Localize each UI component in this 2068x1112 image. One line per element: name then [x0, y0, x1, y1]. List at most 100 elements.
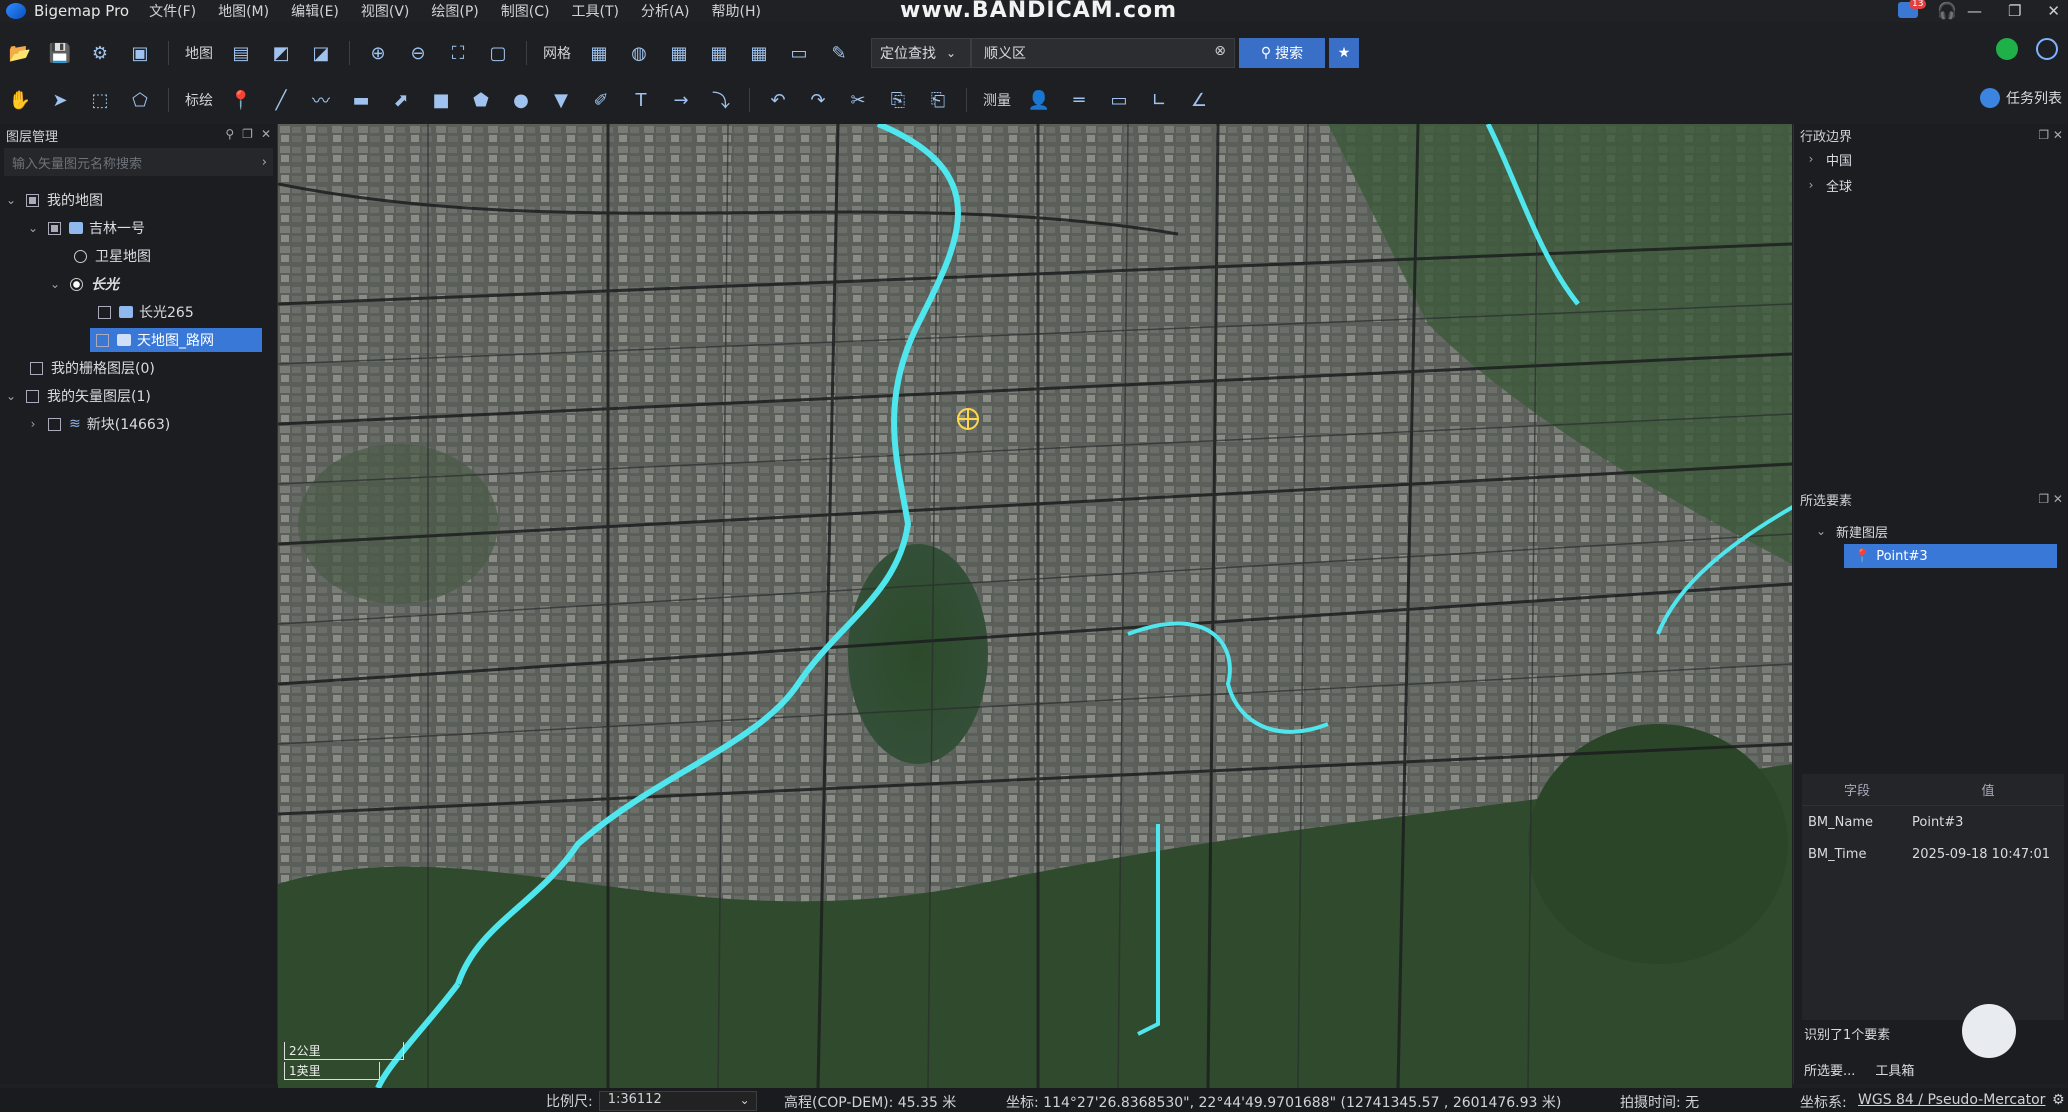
- chevron-down-icon[interactable]: ⌄: [4, 193, 18, 207]
- sector-icon[interactable]: ▼: [548, 87, 574, 113]
- save-icon[interactable]: 💾: [47, 40, 73, 66]
- close-icon[interactable]: ✕: [2047, 2, 2060, 20]
- float-window-icon[interactable]: ❐: [242, 127, 253, 141]
- chevron-down-icon[interactable]: ⌄: [1814, 524, 1828, 538]
- locate-mode-select[interactable]: 定位查找 ⌄: [871, 38, 971, 68]
- copy-icon[interactable]: ⎘: [885, 87, 911, 113]
- menu-tools[interactable]: 工具(T): [571, 1, 618, 21]
- locate-search-input[interactable]: 顺义区 ⊗: [971, 38, 1235, 68]
- square-icon[interactable]: ■: [428, 87, 454, 113]
- text-box-icon[interactable]: T: [628, 87, 654, 113]
- tree-satellite[interactable]: 卫星地图: [0, 242, 277, 270]
- arrow-shape-icon[interactable]: ⬈: [388, 87, 414, 113]
- undo-icon[interactable]: ↶: [765, 87, 791, 113]
- restore-icon[interactable]: ❐: [2008, 2, 2021, 20]
- menu-cartography[interactable]: 制图(C): [501, 1, 550, 21]
- chevron-down-icon[interactable]: ⌄: [4, 389, 18, 403]
- menu-map[interactable]: 地图(M): [218, 1, 269, 21]
- wechat-icon[interactable]: [1996, 38, 2018, 60]
- full-extent-icon[interactable]: ▢: [485, 40, 511, 66]
- tree-changguang265[interactable]: 长光265: [0, 298, 277, 326]
- km-grid-icon[interactable]: ▦: [666, 40, 692, 66]
- chevron-right-icon[interactable]: ›: [1804, 152, 1818, 166]
- scissors-icon[interactable]: ✂: [845, 87, 871, 113]
- checkbox[interactable]: [26, 193, 39, 207]
- tab-selected-features[interactable]: 所选要...: [1794, 1056, 1865, 1083]
- box-select-icon[interactable]: ⬚: [87, 87, 113, 113]
- admin-item-global[interactable]: › 全球: [1794, 172, 2068, 198]
- checkbox-checked[interactable]: [98, 305, 111, 319]
- checkbox-checked[interactable]: [26, 389, 39, 403]
- measure-area-icon[interactable]: ▭: [1106, 87, 1132, 113]
- tree-changguang[interactable]: ⌄ 长光: [0, 270, 277, 298]
- brush-icon[interactable]: ✎: [826, 40, 852, 66]
- support-headset-icon[interactable]: 🎧: [1937, 1, 1957, 20]
- select-arrow-icon[interactable]: ➤: [47, 87, 73, 113]
- zoom-out-icon[interactable]: ⊖: [405, 40, 431, 66]
- polyline-icon[interactable]: 〰: [308, 87, 334, 113]
- float-close-icons[interactable]: ❐ ✕: [2038, 128, 2063, 142]
- table-row[interactable]: BM_Time 2025-09-18 10:47:01: [1802, 838, 2064, 870]
- menu-help[interactable]: 帮助(H): [711, 1, 760, 21]
- measure-angle-icon[interactable]: ∟: [1146, 87, 1172, 113]
- chevron-down-icon[interactable]: ⌄: [48, 277, 62, 291]
- curve-icon[interactable]: ⤵: [708, 87, 734, 113]
- point-marker-icon[interactable]: 📍: [228, 87, 254, 113]
- screen-icon[interactable]: ▣: [127, 40, 153, 66]
- text-underline-icon[interactable]: ✐: [588, 87, 614, 113]
- settings-gear-icon[interactable]: ⚙: [87, 40, 113, 66]
- tree-raster[interactable]: 我的栅格图层(0): [0, 354, 277, 382]
- layer-search-input[interactable]: 输入矢量图元名称搜索 ›: [4, 148, 273, 176]
- circle-icon[interactable]: ●: [508, 87, 534, 113]
- grid-icon[interactable]: ▦: [586, 40, 612, 66]
- close-icon[interactable]: ✕: [261, 127, 271, 141]
- arrow-line-icon[interactable]: →: [668, 87, 694, 113]
- tree-tianditu-road[interactable]: 天地图_路网: [0, 326, 277, 354]
- polygon-select-icon[interactable]: ⬠: [127, 87, 153, 113]
- rectangle-fill-icon[interactable]: ▬: [348, 87, 374, 113]
- measure-bearing-icon[interactable]: ∠: [1186, 87, 1212, 113]
- pan-hand-icon[interactable]: ✋: [7, 87, 33, 113]
- tab-toolbox[interactable]: 工具箱: [1865, 1056, 1924, 1083]
- radio[interactable]: [74, 249, 87, 263]
- task-list-button[interactable]: 任务列表: [1980, 88, 2062, 108]
- collapse-icon[interactable]: ›: [262, 155, 267, 170]
- chevron-right-icon[interactable]: ›: [26, 417, 40, 431]
- tree-my-map[interactable]: ⌄ 我的地图: [0, 186, 277, 214]
- tree-newblock[interactable]: › ≋ 新块(14663): [0, 410, 277, 438]
- checkbox-checked[interactable]: [30, 361, 43, 375]
- favorite-star-button[interactable]: ★: [1329, 38, 1359, 68]
- float-close-icons[interactable]: ❐ ✕: [2038, 492, 2063, 506]
- settings-gear-icon[interactable]: ⚙: [2052, 1092, 2065, 1108]
- online-map-icon[interactable]: ◩: [268, 40, 294, 66]
- chevron-right-icon[interactable]: ›: [1804, 178, 1818, 192]
- custom-grid-icon[interactable]: ▦: [746, 40, 772, 66]
- line-icon[interactable]: ╱: [268, 87, 294, 113]
- heart-shield-icon[interactable]: [2036, 38, 2058, 60]
- checkbox[interactable]: [48, 221, 61, 235]
- menu-view[interactable]: 视图(V): [361, 1, 410, 21]
- tree-vector[interactable]: ⌄ 我的矢量图层(1): [0, 382, 277, 410]
- table-row[interactable]: BM_Name Point#3: [1802, 806, 2064, 838]
- folder-icon[interactable]: ▭: [786, 40, 812, 66]
- pentagon-icon[interactable]: ⬟: [468, 87, 494, 113]
- paste-icon[interactable]: ⎗: [925, 87, 951, 113]
- radio-selected[interactable]: [70, 277, 83, 291]
- search-button[interactable]: ⚲ 搜索: [1239, 38, 1325, 68]
- clear-input-icon[interactable]: ⊗: [1214, 43, 1226, 59]
- measure-point-icon[interactable]: 👤: [1026, 87, 1052, 113]
- zoom-in-icon[interactable]: ⊕: [365, 40, 391, 66]
- selected-layer-row[interactable]: ⌄ 新建图层: [1794, 518, 2068, 544]
- menu-file[interactable]: 文件(F): [149, 1, 196, 21]
- measure-distance-icon[interactable]: ═: [1066, 87, 1092, 113]
- lonlat-grid-icon[interactable]: ◍: [626, 40, 652, 66]
- redo-icon[interactable]: ↷: [805, 87, 831, 113]
- checkbox-checked[interactable]: [48, 417, 61, 431]
- crs-value[interactable]: WGS 84 / Pseudo-Mercator: [1858, 1092, 2045, 1108]
- microphone-icon[interactable]: [1962, 1004, 2016, 1058]
- map-source-icon[interactable]: ▤: [228, 40, 254, 66]
- minimize-icon[interactable]: —: [1967, 2, 1982, 20]
- tree-jilin[interactable]: ⌄ 吉林一号: [0, 214, 277, 242]
- menu-edit[interactable]: 编辑(E): [291, 1, 339, 21]
- admin-item-china[interactable]: › 中国: [1794, 146, 2068, 172]
